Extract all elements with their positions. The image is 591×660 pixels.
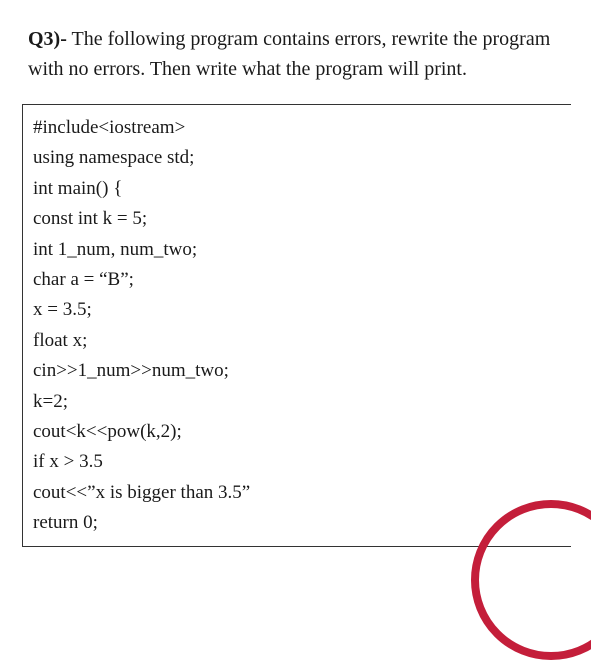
code-line: if x > 3.5 xyxy=(33,447,561,477)
code-line: cout<k<<pow(k,2); xyxy=(33,417,561,447)
code-line: int 1_num, num_two; xyxy=(33,235,561,265)
code-line: int main() { xyxy=(33,174,561,204)
code-line: return 0; xyxy=(33,508,561,538)
question-header: Q3)- The following program contains erro… xyxy=(20,24,571,84)
code-line: char a = “B”; xyxy=(33,265,561,295)
code-line: using namespace std; xyxy=(33,143,561,173)
code-block: #include<iostream> using namespace std; … xyxy=(22,104,571,547)
code-line: x = 3.5; xyxy=(33,295,561,325)
code-line: cout<<”x is bigger than 3.5” xyxy=(33,478,561,508)
code-line: k=2; xyxy=(33,387,561,417)
code-line: float x; xyxy=(33,326,561,356)
code-line: cin>>1_num>>num_two; xyxy=(33,356,561,386)
question-text: The following program contains errors, r… xyxy=(28,28,550,80)
question-label: Q3)- xyxy=(28,28,67,50)
code-line: const int k = 5; xyxy=(33,204,561,234)
code-line: #include<iostream> xyxy=(33,113,561,143)
